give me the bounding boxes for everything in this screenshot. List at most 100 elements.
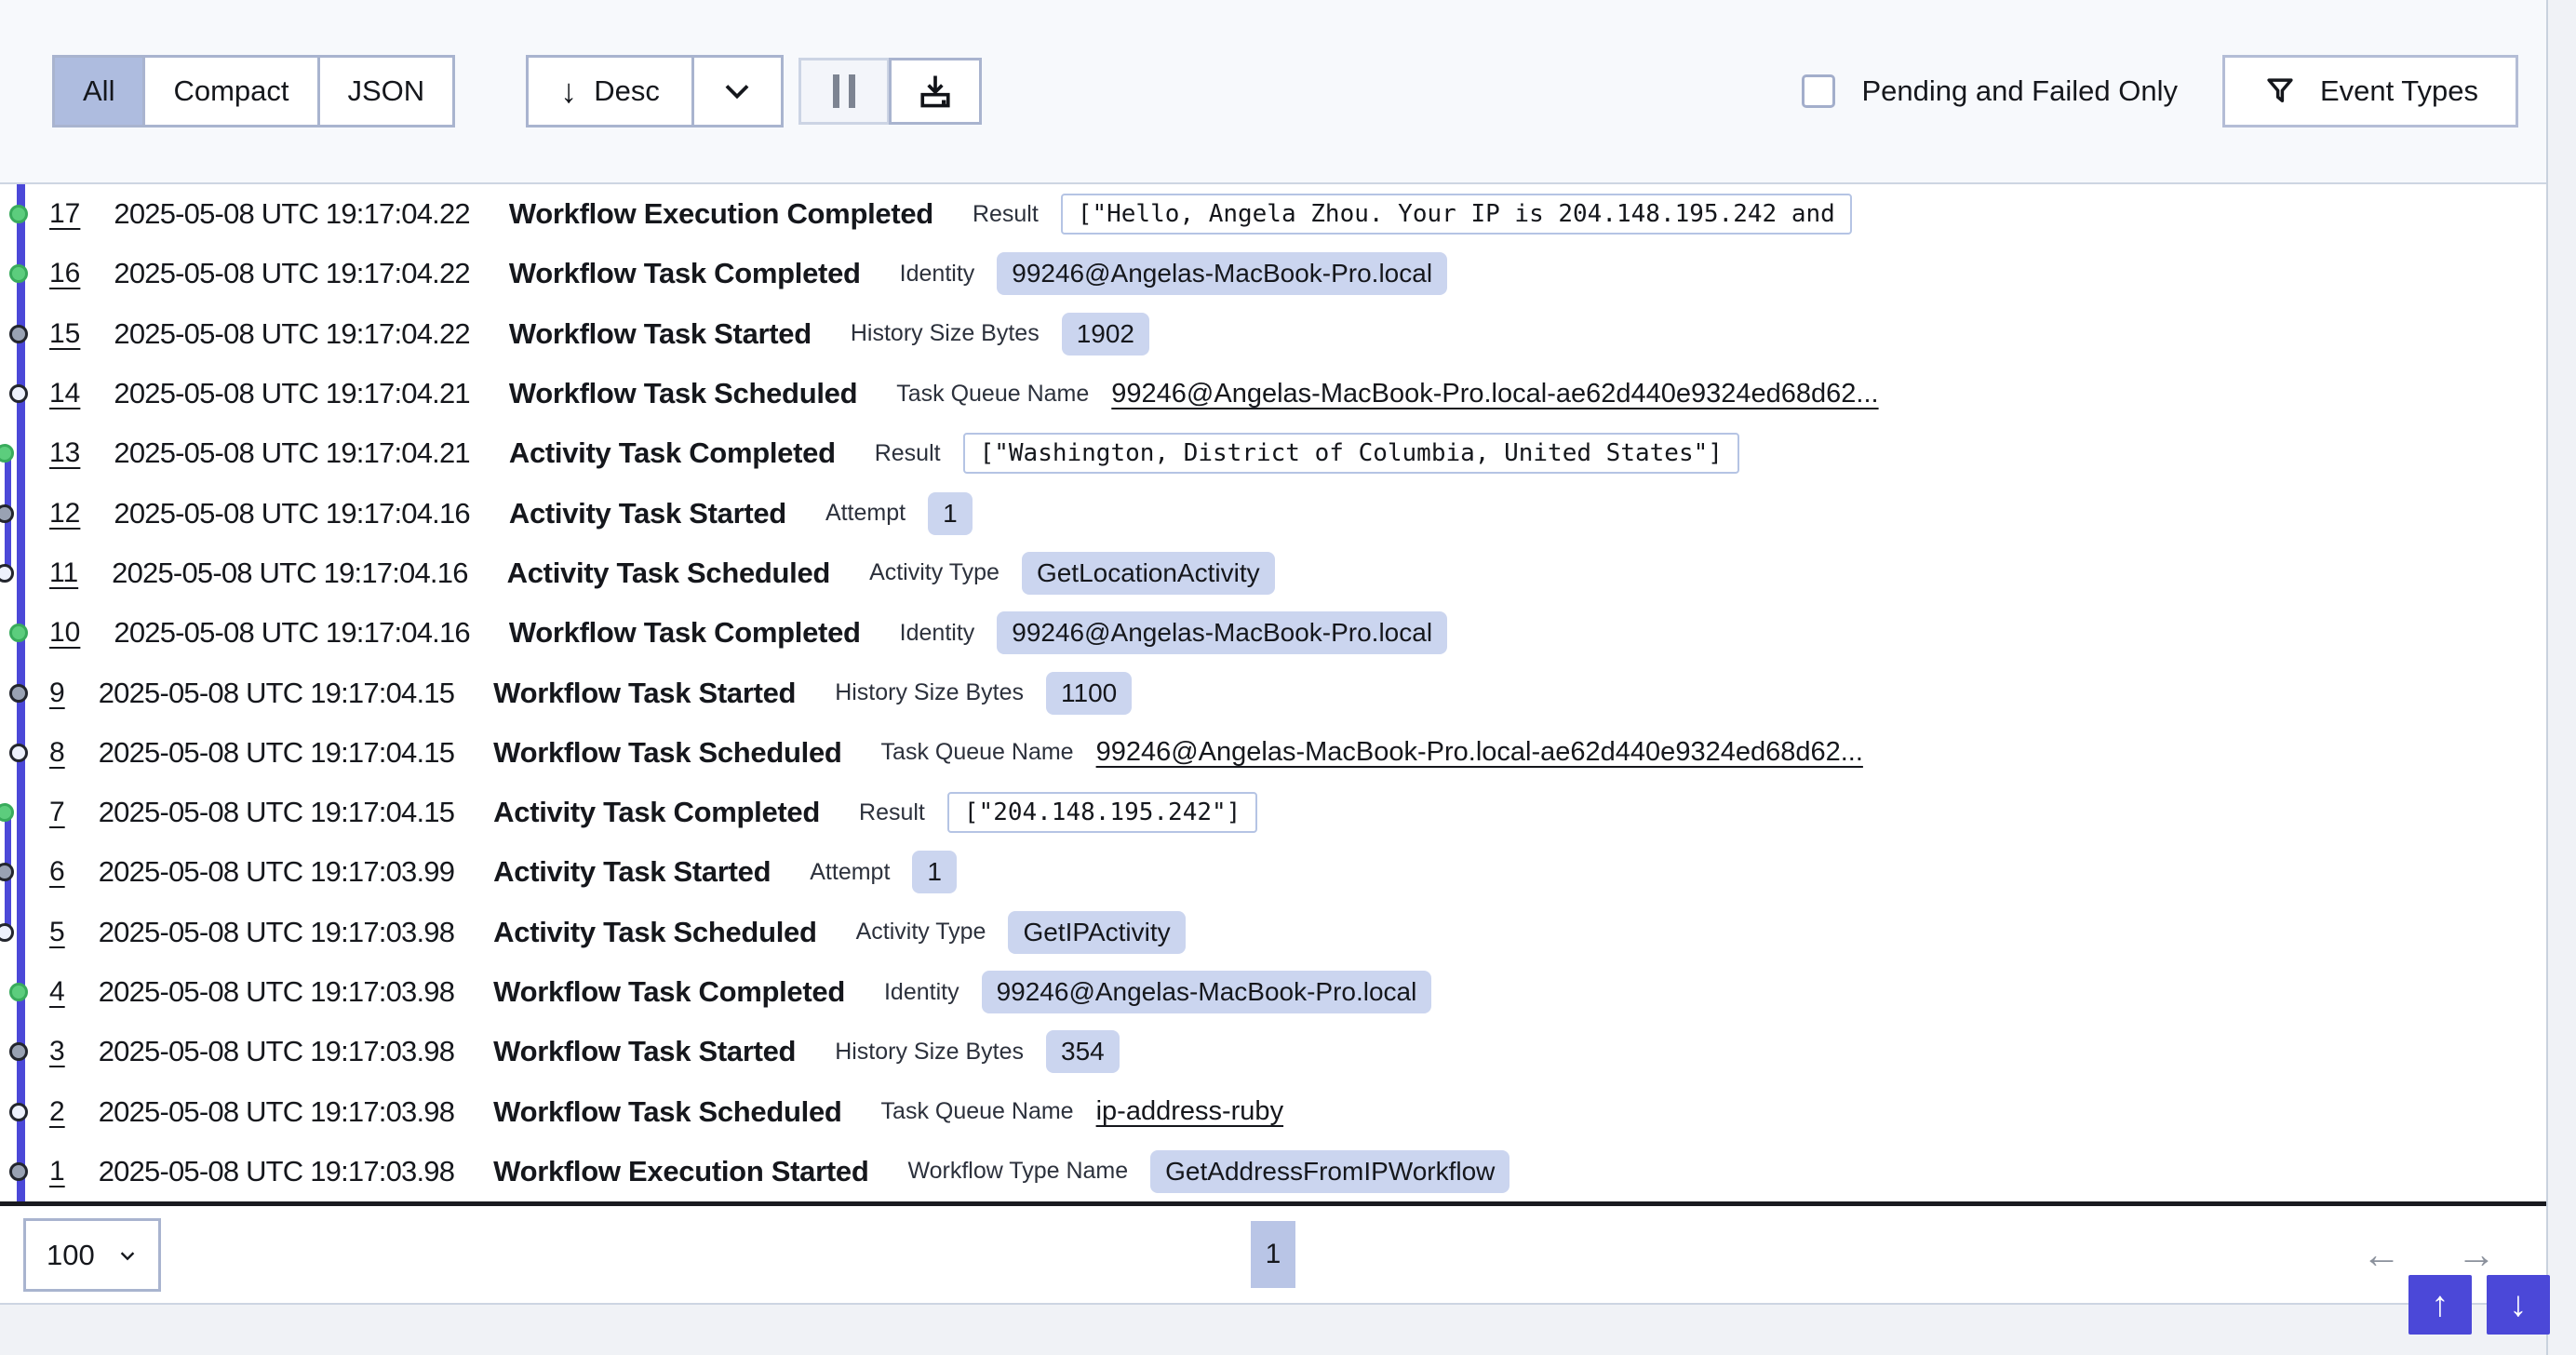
event-row[interactable]: 11 2025-05-08 UTC 19:17:04.16 Activity T… (31, 543, 2546, 603)
event-detail-value: ["Washington, District of Columbia, Unit… (963, 433, 1739, 474)
arrow-up-icon: ↑ (2432, 1285, 2449, 1325)
event-detail-value: GetIPActivity (1008, 911, 1185, 954)
history-actions-group (798, 58, 982, 125)
scroll-to-top-button[interactable]: ↑ (2408, 1275, 2472, 1335)
event-history-view: All Compact JSON ↓ Desc (0, 0, 2548, 1355)
next-page-button[interactable]: → (2457, 1235, 2496, 1274)
scroll-to-bottom-button[interactable]: ↓ (2487, 1275, 2550, 1335)
event-detail-value[interactable]: ip-address-ruby (1096, 1096, 1283, 1127)
event-detail-label: History Size Bytes (835, 1039, 1024, 1066)
event-row[interactable]: 17 2025-05-08 UTC 19:17:04.22 Workflow E… (31, 184, 2546, 244)
event-status-dot (9, 1042, 28, 1061)
event-row[interactable]: 4 2025-05-08 UTC 19:17:03.98 Workflow Ta… (31, 962, 2546, 1022)
event-id-link[interactable]: 5 (49, 917, 65, 948)
page-size-value: 100 (47, 1239, 95, 1272)
event-detail-value: 1100 (1046, 672, 1132, 715)
event-id-link[interactable]: 4 (49, 976, 65, 1008)
event-detail-label: Attempt (825, 500, 906, 527)
chevron-down-icon (117, 1245, 138, 1266)
event-id-link[interactable]: 9 (49, 678, 65, 709)
pending-failed-only-label: Pending and Failed Only (1861, 74, 2178, 108)
event-id-link[interactable]: 2 (49, 1096, 65, 1128)
event-id-link[interactable]: 11 (49, 557, 78, 589)
sort-desc-button[interactable]: ↓ Desc (529, 58, 691, 125)
event-detail-label: Identity (900, 261, 975, 288)
event-row[interactable]: 2 2025-05-08 UTC 19:17:03.98 Workflow Ta… (31, 1081, 2546, 1141)
event-name: Workflow Task Scheduled (493, 736, 841, 770)
event-timestamp: 2025-05-08 UTC 19:17:04.22 (114, 197, 469, 231)
event-timestamp: 2025-05-08 UTC 19:17:04.22 (114, 257, 469, 290)
event-id-link[interactable]: 16 (49, 258, 80, 289)
event-row[interactable]: 13 2025-05-08 UTC 19:17:04.21 Activity T… (31, 423, 2546, 483)
pager-arrows: ← → (2362, 1235, 2496, 1274)
event-timestamp: 2025-05-08 UTC 19:17:03.98 (99, 975, 454, 1009)
event-name: Workflow Execution Started (493, 1155, 868, 1188)
event-name: Workflow Task Completed (493, 975, 845, 1009)
event-row[interactable]: 14 2025-05-08 UTC 19:17:04.21 Workflow T… (31, 364, 2546, 423)
event-history-panel: 17 2025-05-08 UTC 19:17:04.22 Workflow E… (0, 182, 2546, 1305)
toolbar-left-group: All Compact JSON ↓ Desc (52, 55, 982, 127)
event-row[interactable]: 3 2025-05-08 UTC 19:17:03.98 Workflow Ta… (31, 1022, 2546, 1081)
event-row[interactable]: 5 2025-05-08 UTC 19:17:03.98 Activity Ta… (31, 903, 2546, 962)
page-number-button[interactable]: 1 (1251, 1221, 1295, 1288)
event-detail-value: ["Hello, Angela Zhou. Your IP is 204.148… (1061, 194, 1852, 235)
event-detail-value: 1 (928, 492, 973, 535)
event-id-link[interactable]: 14 (49, 378, 80, 409)
view-mode-compact[interactable]: Compact (145, 58, 319, 125)
event-id-link[interactable]: 13 (49, 437, 80, 469)
event-name: Workflow Task Started (493, 677, 796, 710)
event-name: Activity Task Scheduled (507, 557, 830, 590)
event-detail-label: History Size Bytes (835, 679, 1024, 706)
pause-updates-button[interactable] (798, 58, 890, 125)
event-name: Workflow Task Scheduled (493, 1095, 841, 1129)
event-row[interactable]: 15 2025-05-08 UTC 19:17:04.22 Workflow T… (31, 304, 2546, 364)
event-detail-label: Attempt (810, 859, 890, 886)
event-status-dot (9, 983, 28, 1001)
event-name: Workflow Task Completed (509, 616, 861, 650)
pending-failed-only-checkbox[interactable] (1802, 74, 1835, 108)
event-types-filter-button[interactable]: Event Types (2222, 55, 2518, 127)
event-row[interactable]: 7 2025-05-08 UTC 19:17:04.15 Activity Ta… (31, 783, 2546, 842)
event-id-link[interactable]: 8 (49, 737, 65, 769)
event-row[interactable]: 9 2025-05-08 UTC 19:17:04.15 Workflow Ta… (31, 663, 2546, 722)
event-detail-value: 99246@Angelas-MacBook-Pro.local (982, 971, 1432, 1013)
previous-page-button[interactable]: ← (2362, 1235, 2401, 1274)
event-id-link[interactable]: 7 (49, 797, 65, 828)
event-detail-label: Result (973, 201, 1039, 228)
event-id-link[interactable]: 6 (49, 856, 65, 888)
event-id-link[interactable]: 15 (49, 318, 80, 350)
event-name: Workflow Task Scheduled (509, 377, 857, 410)
event-detail-value: 1 (912, 851, 957, 893)
event-id-link[interactable]: 1 (49, 1156, 65, 1187)
event-detail-label: Task Queue Name (896, 381, 1089, 408)
event-id-link[interactable]: 3 (49, 1036, 65, 1067)
event-row[interactable]: 10 2025-05-08 UTC 19:17:04.16 Workflow T… (31, 603, 2546, 663)
event-name: Workflow Task Started (493, 1035, 796, 1068)
event-id-link[interactable]: 10 (49, 617, 80, 649)
page-size-select[interactable]: 100 (23, 1218, 161, 1292)
arrow-left-icon: ← (2362, 1232, 2401, 1276)
event-row[interactable]: 16 2025-05-08 UTC 19:17:04.22 Workflow T… (31, 244, 2546, 303)
event-row[interactable]: 6 2025-05-08 UTC 19:17:03.99 Activity Ta… (31, 842, 2546, 902)
event-row[interactable]: 12 2025-05-08 UTC 19:17:04.16 Activity T… (31, 483, 2546, 543)
event-detail-label: History Size Bytes (851, 320, 1040, 347)
event-status-dot (9, 624, 28, 642)
scroll-shortcut-buttons: ↑ ↓ (2408, 1275, 2550, 1335)
event-detail-label: Task Queue Name (881, 1098, 1074, 1125)
event-id-link[interactable]: 12 (49, 498, 80, 530)
event-timestamp: 2025-05-08 UTC 19:17:04.16 (114, 616, 469, 650)
funnel-icon (2262, 74, 2298, 109)
pagination-footer: 100 1 ← → (0, 1206, 2546, 1303)
view-mode-all[interactable]: All (55, 58, 145, 125)
event-detail-value[interactable]: 99246@Angelas-MacBook-Pro.local-ae62d440… (1111, 379, 1878, 409)
sort-expand-button[interactable] (691, 58, 781, 125)
arrow-right-icon: → (2457, 1232, 2496, 1276)
event-id-link[interactable]: 17 (49, 198, 80, 230)
event-status-dot (0, 504, 14, 523)
event-detail-label: Task Queue Name (881, 739, 1074, 766)
view-mode-json[interactable]: JSON (320, 58, 453, 125)
event-detail-value[interactable]: 99246@Angelas-MacBook-Pro.local-ae62d440… (1096, 737, 1863, 768)
event-row[interactable]: 1 2025-05-08 UTC 19:17:03.98 Workflow Ex… (31, 1142, 2546, 1201)
download-history-button[interactable] (889, 58, 982, 125)
event-row[interactable]: 8 2025-05-08 UTC 19:17:04.15 Workflow Ta… (31, 723, 2546, 783)
